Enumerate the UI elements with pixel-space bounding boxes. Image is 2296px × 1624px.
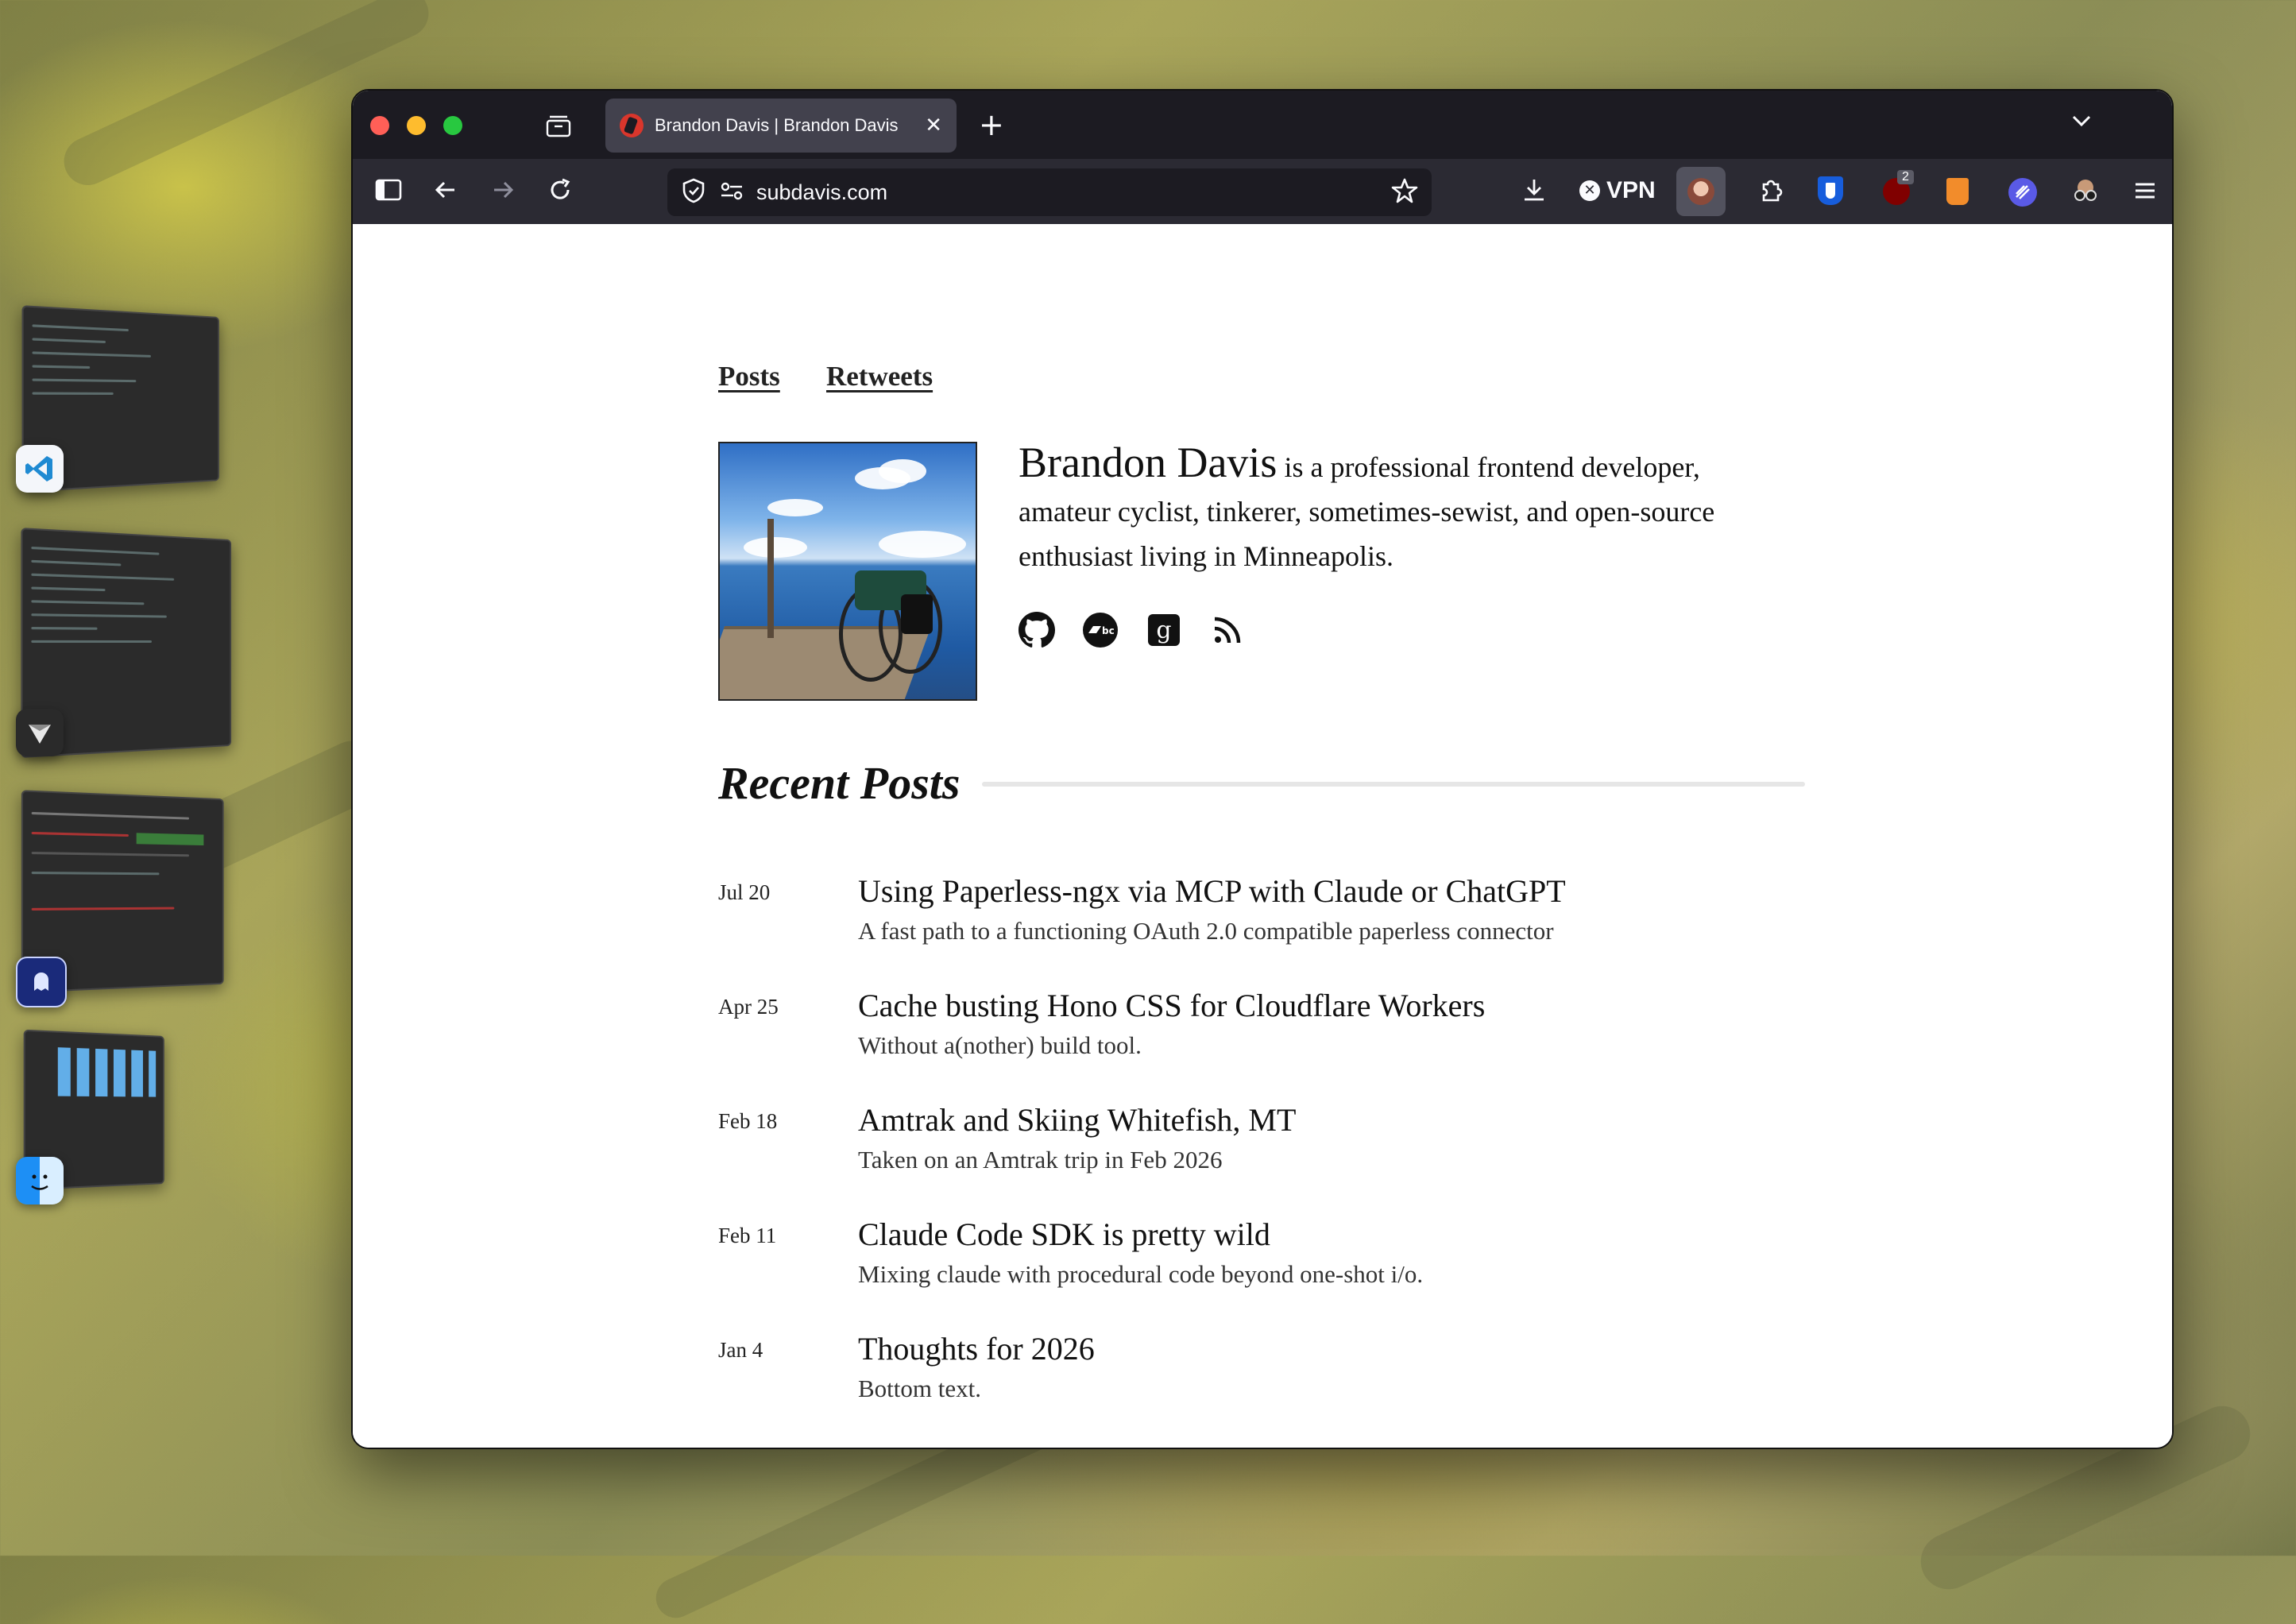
tab-active[interactable]: Brandon Davis | Brandon Davis ✕	[605, 99, 957, 153]
minimize-window-button[interactable]	[407, 116, 426, 135]
vpn-button[interactable]: ✕ VPN	[1579, 175, 1656, 207]
profile-bio: Brandon Davis is a professional frontend…	[1019, 440, 1749, 578]
post-subtitle: A fast path to a functioning OAuth 2.0 c…	[858, 917, 1554, 945]
site-permissions-icon[interactable]	[718, 179, 745, 206]
bitwarden-extension-icon[interactable]	[1818, 176, 1843, 205]
vscode-icon[interactable]	[16, 445, 64, 493]
ublock-extension-icon[interactable]: 2	[1883, 170, 1914, 205]
browser-titlebar: Brandon Davis | Brandon Davis ✕ +	[353, 91, 2172, 159]
close-tab-icon[interactable]: ✕	[925, 114, 942, 137]
post-date: Jan 4	[718, 1338, 763, 1362]
post-subtitle: Taken on an Amtrak trip in Feb 2026	[858, 1146, 1223, 1174]
extension-badge-count: 2	[1897, 170, 1914, 184]
close-window-button[interactable]	[370, 116, 389, 135]
recent-posts-heading: Recent Posts	[718, 757, 961, 809]
post-date: Feb 18	[718, 1109, 778, 1133]
post-title-link[interactable]: Amtrak and Skiing Whitefish, MT	[858, 1101, 1296, 1139]
new-tab-button[interactable]: +	[979, 110, 1004, 140]
vpn-label: VPN	[1606, 177, 1656, 203]
downloads-icon[interactable]	[1521, 176, 1548, 208]
back-arrow-icon[interactable]	[432, 176, 459, 208]
post-date: Feb 11	[718, 1224, 777, 1247]
profile-photo	[718, 442, 977, 701]
url-bar[interactable]: subdavis.com	[667, 168, 1432, 216]
privacy-glasses-extension-icon[interactable]	[2070, 178, 2101, 208]
post-date: Jul 20	[718, 880, 771, 904]
tab-title: Brandon Davis | Brandon Davis	[655, 115, 899, 135]
account-avatar[interactable]	[1676, 167, 1726, 216]
tracking-protection-shield-icon[interactable]	[680, 177, 707, 207]
github-icon[interactable]	[1019, 612, 1055, 648]
nav-link-retweets[interactable]: Retweets	[826, 361, 933, 392]
post-title-link[interactable]: Thoughts for 2026	[858, 1330, 1095, 1367]
post-subtitle: Without a(nother) build tool.	[858, 1031, 1142, 1059]
linkding-extension-icon[interactable]	[2008, 178, 2037, 207]
svg-text:bc: bc	[1102, 625, 1115, 636]
zoom-window-button[interactable]	[443, 116, 462, 135]
author-name: Brandon Davis	[1019, 439, 1277, 486]
bandcamp-icon[interactable]: bc	[1082, 612, 1119, 648]
extensions-puzzle-icon[interactable]	[1757, 176, 1784, 208]
vpn-off-icon: ✕	[1579, 180, 1600, 201]
heading-divider	[982, 782, 1805, 787]
finder-icon[interactable]	[16, 1157, 64, 1204]
post-title-link[interactable]: $6 IKEA Kapplake lights make excellent d…	[858, 1444, 1613, 1448]
goodreads-icon[interactable]: g	[1146, 612, 1182, 648]
ghostty-icon[interactable]	[16, 957, 67, 1007]
post-date: Apr 25	[718, 995, 779, 1019]
browser-window: Brandon Davis | Brandon Davis ✕ + subdav…	[351, 89, 2174, 1449]
reload-icon[interactable]	[547, 176, 574, 208]
chevron-down-icon[interactable]	[2069, 108, 2094, 138]
post-title-link[interactable]: Using Paperless-ngx via MCP with Claude …	[858, 872, 1566, 910]
forward-arrow-icon[interactable]	[489, 176, 516, 208]
svg-text:g: g	[1156, 617, 1171, 644]
linear-app-icon[interactable]	[16, 709, 64, 756]
post-subtitle: Mixing claude with procedural code beyon…	[858, 1260, 1424, 1288]
post-subtitle: Bottom text.	[858, 1375, 981, 1402]
nav-link-posts[interactable]: Posts	[718, 361, 780, 392]
browser-toolbar: subdavis.com ✕ VPN 2	[353, 159, 2172, 224]
post-title-link[interactable]: Cache busting Hono CSS for Cloudflare Wo…	[858, 987, 1485, 1024]
url-text[interactable]: subdavis.com	[756, 180, 887, 205]
bookmark-star-icon[interactable]	[1390, 176, 1419, 208]
post-title-link[interactable]: Claude Code SDK is pretty wild	[858, 1216, 1270, 1253]
rss-icon[interactable]	[1209, 612, 1246, 648]
web-page: Posts Retweets Brandon Davis is a profes…	[353, 224, 2172, 1448]
sidebar-toggle-icon[interactable]	[375, 178, 402, 207]
site-favicon-icon	[620, 114, 644, 137]
cup-extension-icon[interactable]	[1946, 178, 1969, 205]
hamburger-menu-icon[interactable]	[2132, 178, 2158, 208]
tab-manager-icon[interactable]	[545, 113, 572, 143]
